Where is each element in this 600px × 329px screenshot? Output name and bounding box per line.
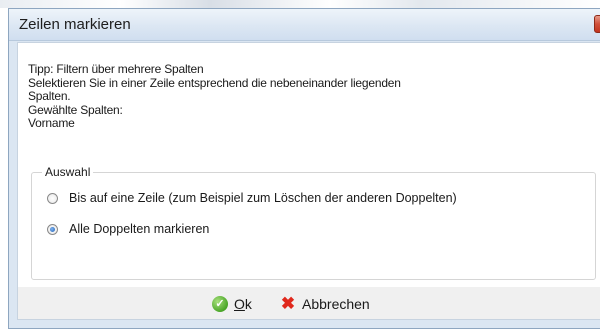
radio-keep-one-row[interactable]: Bis auf eine Zeile (zum Beispiel zum Lös…: [47, 191, 457, 205]
dialog-client-area: Tipp: Filtern über mehrere Spalten Selek…: [17, 42, 600, 320]
radio-button-checked[interactable]: [47, 223, 58, 235]
radio-button-unchecked[interactable]: [47, 192, 58, 204]
cancel-button[interactable]: ✖ Abbrechen: [280, 294, 370, 313]
groupbox-label: Auswahl: [42, 165, 94, 179]
ok-button-label: Ok: [234, 296, 252, 312]
ok-button[interactable]: ✓ Ok: [212, 296, 252, 312]
cancel-button-label: Abbrechen: [302, 296, 370, 312]
radio-mark-all-duplicates[interactable]: Alle Doppelten markieren: [47, 222, 209, 236]
title-bar[interactable]: Zeilen markieren x: [9, 9, 600, 41]
info-line-selected-label: Gewählte Spalten:: [28, 102, 123, 117]
close-button[interactable]: x: [594, 15, 600, 33]
info-line-instruction-cont: Spalten.: [28, 89, 71, 103]
info-text: Tipp: Filtern über mehrere Spalten Selek…: [28, 62, 401, 131]
info-line-instruction: Selektieren Sie in einer Zeile entsprech…: [28, 75, 401, 90]
check-circle-icon: ✓: [212, 296, 228, 312]
dialog-title: Zeilen markieren: [19, 16, 131, 33]
radio-label-keep-one: Bis auf eine Zeile (zum Beispiel zum Lös…: [69, 191, 457, 205]
dialog-window: Zeilen markieren x Tipp: Filtern über me…: [8, 8, 600, 329]
dialog-content: Tipp: Filtern über mehrere Spalten Selek…: [18, 43, 600, 287]
red-x-icon: ✖: [280, 294, 296, 313]
button-bar: ✓ Ok ✖ Abbrechen: [18, 287, 600, 319]
info-line-tip: Tipp: Filtern über mehrere Spalten: [28, 62, 204, 76]
info-line-selected-column: Vorname: [28, 116, 75, 130]
background-window-strip: [0, 0, 600, 8]
selection-groupbox: Auswahl Bis auf eine Zeile (zum Beispiel…: [31, 165, 596, 280]
radio-label-mark-all: Alle Doppelten markieren: [69, 222, 210, 236]
